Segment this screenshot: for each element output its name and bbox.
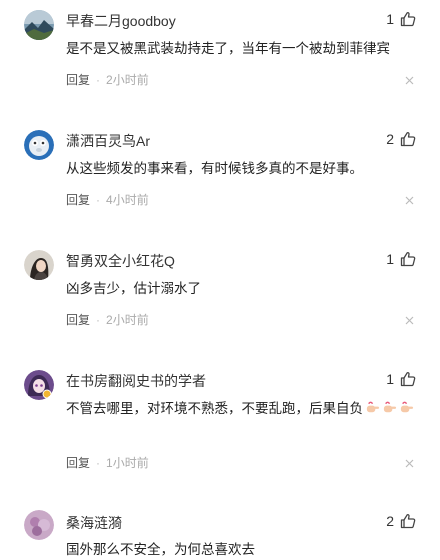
separator-dot: · <box>96 72 101 87</box>
like-button[interactable]: 1 <box>386 251 416 267</box>
toy-avatar-icon <box>24 130 54 160</box>
comment-item: 潇洒百灵鸟Ar 2 从这些频发的事来看，有时候钱多真的不是好事。 回复 · 4小… <box>0 120 440 240</box>
username[interactable]: 在书房翻阅史书的学者 <box>66 371 206 391</box>
separator-dot: · <box>96 455 101 470</box>
comment-item: 智勇双全小红花Q 1 凶多吉少，估计溺水了 回复 · 2小时前 <box>0 240 440 360</box>
username[interactable]: 桑海涟漪 <box>66 513 122 533</box>
thumbs-up-icon[interactable] <box>400 131 416 147</box>
close-icon[interactable] <box>405 459 414 468</box>
comment-text: 国外那么不安全，为何总喜欢去 <box>66 542 255 557</box>
comment-text: 凶多吉少，估计溺水了 <box>66 281 201 296</box>
like-count: 1 <box>386 371 394 387</box>
comment-text: 从这些频发的事来看，有时候钱多真的不是好事。 <box>66 161 363 176</box>
anime-avatar-icon <box>24 370 54 400</box>
girl-avatar-icon <box>24 250 54 280</box>
reply-button[interactable]: 回复 <box>66 454 90 471</box>
like-button[interactable]: 2 <box>386 131 416 147</box>
comment-meta: 回复 · 2小时前 <box>66 311 149 328</box>
reply-button[interactable]: 回复 <box>66 191 90 208</box>
comment-text: 不管去哪里，对环境不熟悉，不要乱跑，后果自负 <box>66 397 416 420</box>
thumbs-up-icon[interactable] <box>400 513 416 529</box>
like-button[interactable]: 1 <box>386 11 416 27</box>
username[interactable]: 潇洒百灵鸟Ar <box>66 131 150 151</box>
comment-meta: 回复 · 2小时前 <box>66 71 149 88</box>
pointing-hand-icon <box>366 401 380 413</box>
user-avatar[interactable] <box>24 370 54 400</box>
timestamp: 2小时前 <box>106 73 149 87</box>
pointing-hand-icon <box>400 401 414 413</box>
comment-item: 桑海涟漪 2 国外那么不安全，为何总喜欢去 <box>0 500 440 560</box>
timestamp: 1小时前 <box>106 456 149 470</box>
username[interactable]: 早春二月goodboy <box>66 11 176 31</box>
reply-button[interactable]: 回复 <box>66 71 90 88</box>
thumbs-up-icon[interactable] <box>400 371 416 387</box>
like-button[interactable]: 2 <box>386 513 416 529</box>
comment-text: 是不是又被黑武装劫持走了，当年有一个被劫到菲律宾 <box>66 41 390 56</box>
separator-dot: · <box>96 312 101 327</box>
landscape-avatar-icon <box>24 10 54 40</box>
comment-meta: 回复 · 1小时前 <box>66 454 149 471</box>
timestamp: 2小时前 <box>106 313 149 327</box>
like-count: 1 <box>386 251 394 267</box>
pointing-hand-icon <box>383 401 397 413</box>
timestamp: 4小时前 <box>106 193 149 207</box>
reply-button[interactable]: 回复 <box>66 311 90 328</box>
close-icon[interactable] <box>405 196 414 205</box>
comment-text-body: 不管去哪里，对环境不熟悉，不要乱跑，后果自负 <box>66 401 363 416</box>
user-avatar[interactable] <box>24 130 54 160</box>
like-button[interactable]: 1 <box>386 371 416 387</box>
close-icon[interactable] <box>405 316 414 325</box>
user-avatar[interactable] <box>24 510 54 540</box>
flower-avatar-icon <box>24 510 54 540</box>
user-avatar[interactable] <box>24 10 54 40</box>
close-icon[interactable] <box>405 76 414 85</box>
username[interactable]: 智勇双全小红花Q <box>66 251 175 271</box>
user-avatar[interactable] <box>24 250 54 280</box>
comment-meta: 回复 · 4小时前 <box>66 191 149 208</box>
separator-dot: · <box>96 192 101 207</box>
like-count: 2 <box>386 513 394 529</box>
like-count: 1 <box>386 11 394 27</box>
comment-item: 早春二月goodboy 1 是不是又被黑武装劫持走了，当年有一个被劫到菲律宾 回… <box>0 0 440 120</box>
thumbs-up-icon[interactable] <box>400 251 416 267</box>
thumbs-up-icon[interactable] <box>400 11 416 27</box>
like-count: 2 <box>386 131 394 147</box>
comment-item: 在书房翻阅史书的学者 1 不管去哪里，对环境不熟悉，不要乱跑，后果自负 回复 ·… <box>0 360 440 500</box>
